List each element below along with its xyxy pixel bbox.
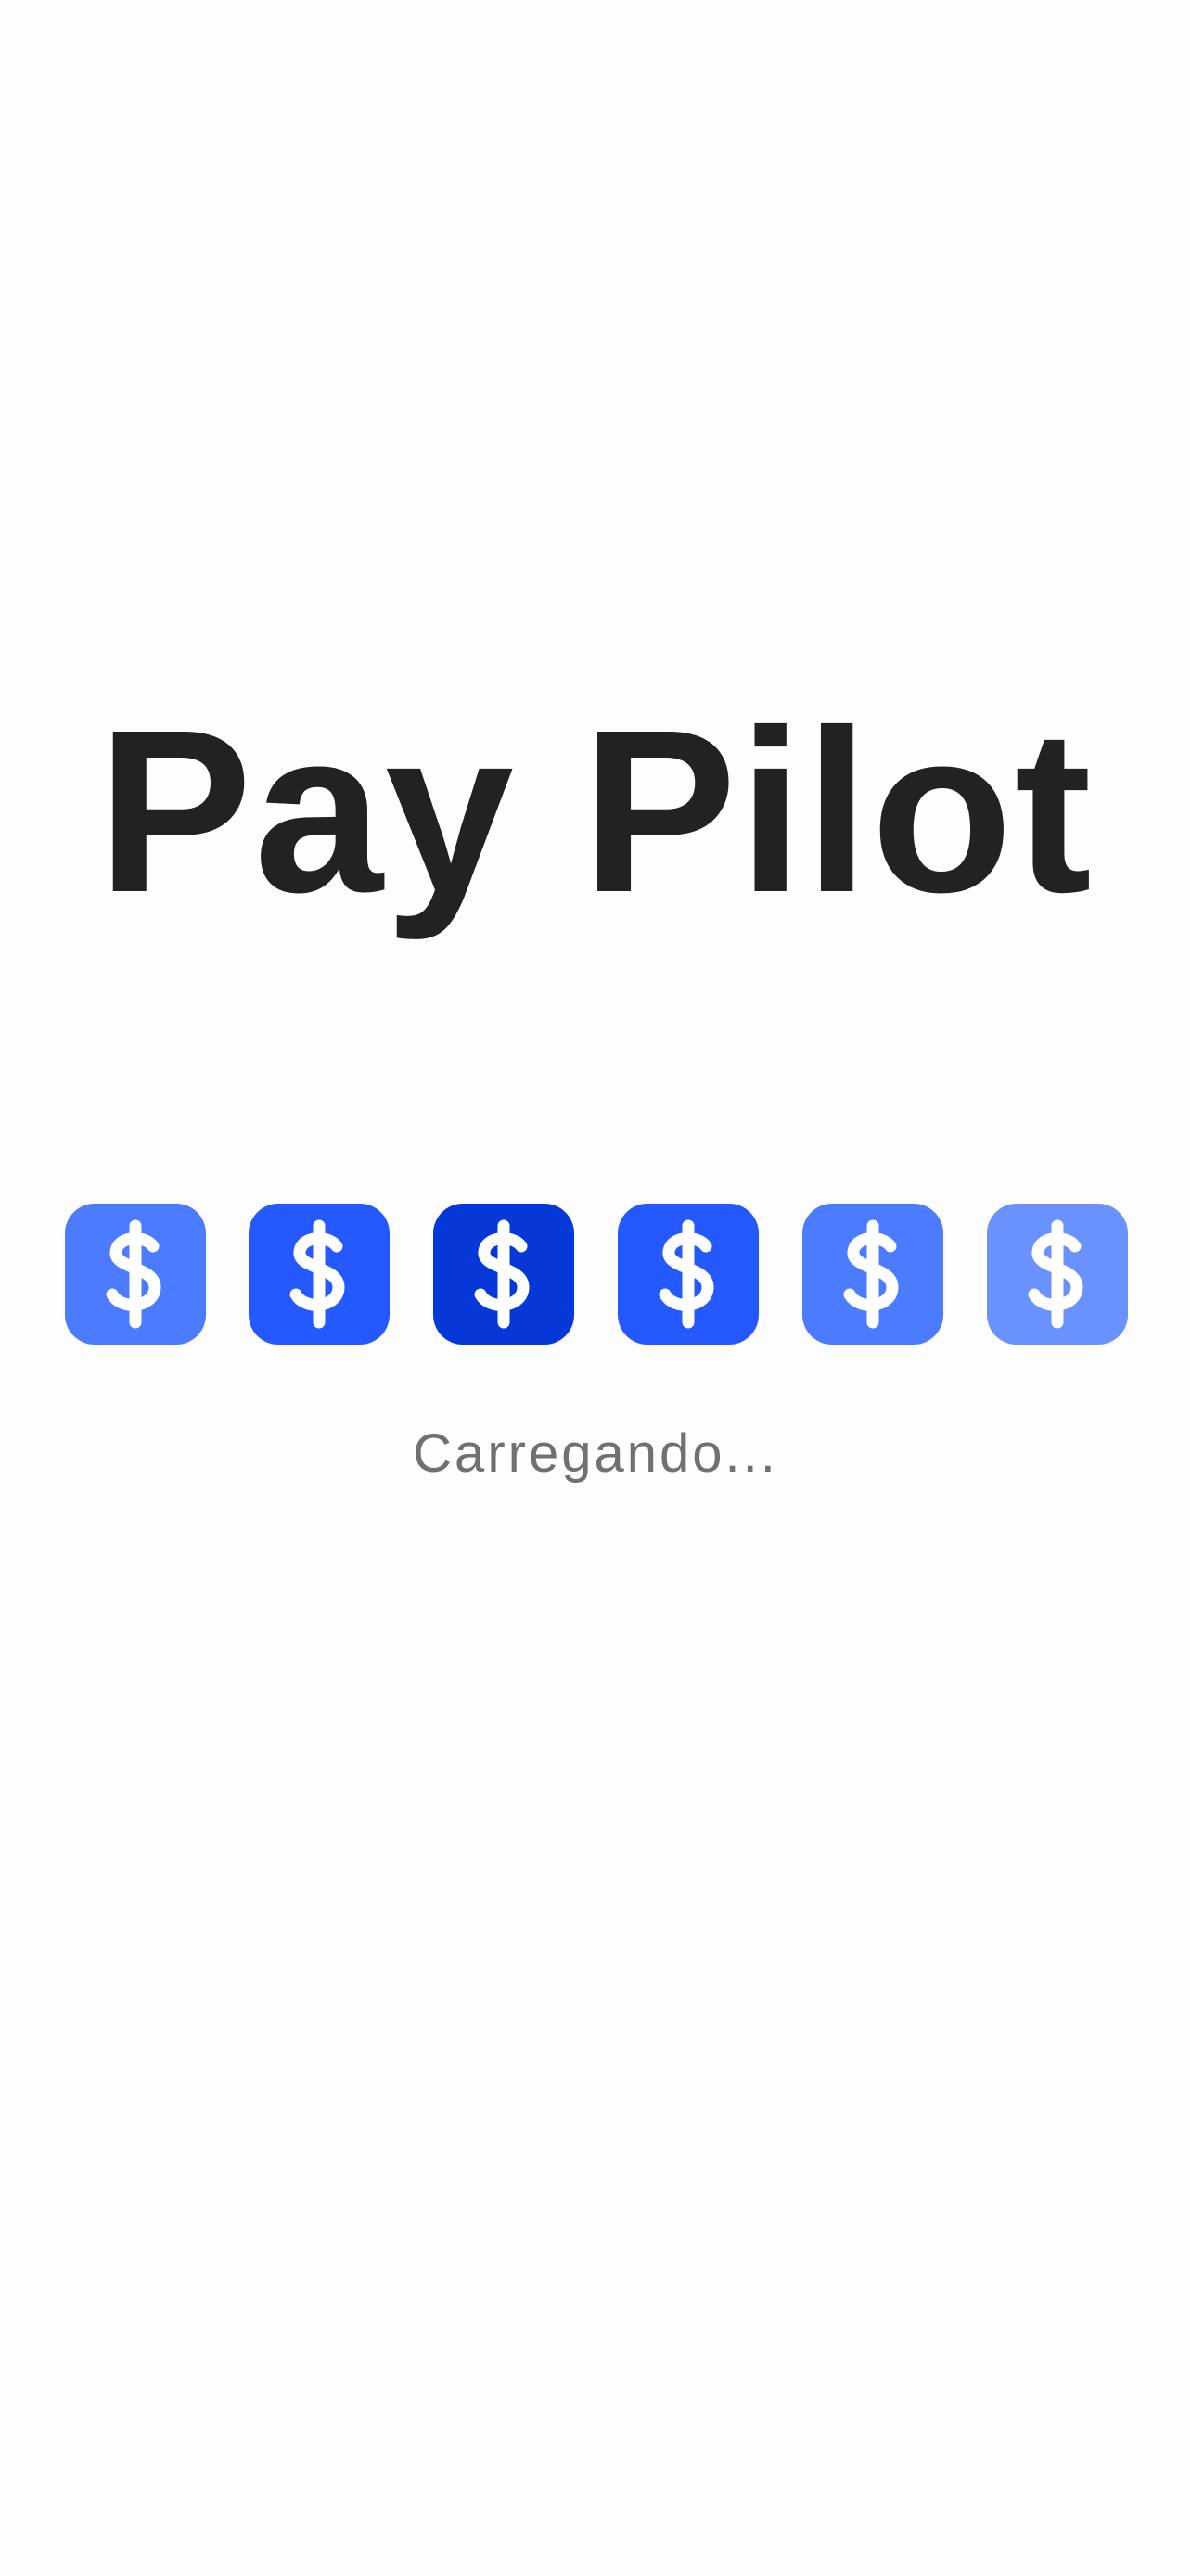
dollar-sign-icon — [843, 1219, 899, 1329]
loading-indicator — [65, 1204, 1128, 1345]
loading-text: Carregando... — [413, 1423, 778, 1484]
loader-tile — [987, 1204, 1128, 1345]
dollar-sign-icon — [474, 1219, 530, 1329]
loader-tile — [802, 1204, 943, 1345]
loader-tile — [65, 1204, 206, 1345]
dollar-sign-icon — [659, 1219, 714, 1329]
loader-tile — [618, 1204, 759, 1345]
dollar-sign-icon — [1028, 1219, 1083, 1329]
loader-tile — [433, 1204, 574, 1345]
dollar-sign-icon — [106, 1219, 161, 1329]
app-title: Pay Pilot — [97, 682, 1094, 940]
loader-tile — [249, 1204, 390, 1345]
dollar-sign-icon — [289, 1219, 345, 1329]
